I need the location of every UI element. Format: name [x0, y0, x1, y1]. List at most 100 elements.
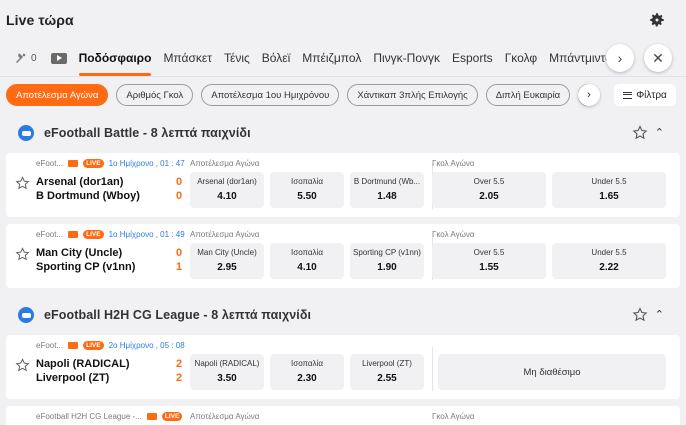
odd-label: Over 5.5	[473, 248, 505, 257]
odd-away[interactable]: B Dortmund (Wb... 1.48	[350, 172, 424, 208]
chip-handicap[interactable]: Χάντικαπ 3πλής Επιλογής	[347, 84, 478, 106]
odd-value: 4.10	[297, 262, 317, 273]
match-period: 1ο Ημίχρονο , 01 : 49	[108, 230, 185, 239]
star-icon[interactable]	[15, 358, 30, 373]
match-meta: eFoot... LIVE 1ο Ημίχρονο , 01 : 47	[36, 159, 185, 168]
star-icon[interactable]	[632, 307, 648, 323]
odd-value: 3.50	[217, 373, 237, 384]
market-label: Γκολ Αγώνα	[432, 159, 475, 168]
tv-icon	[68, 231, 79, 238]
match-card[interactable]: eFoot... LIVE 1ο Ημίχρονο , 01 : 47 Arse…	[6, 153, 680, 217]
odd-label: Ισοπαλία	[291, 359, 323, 368]
competition-short: eFoot...	[36, 230, 64, 239]
away-team: Sporting CP (v1nn)	[36, 261, 136, 273]
match-card[interactable]: eFoot... LIVE 1ο Ημίχρονο , 01 : 49 Man …	[6, 224, 680, 288]
collapse-icon[interactable]: ✕	[644, 44, 672, 72]
favorites-tab[interactable]: 0	[14, 52, 37, 64]
chip-goal-count[interactable]: Αριθμός Γκολ	[116, 84, 194, 106]
tab-tennis[interactable]: Τένις	[224, 40, 250, 76]
home-score: 0	[176, 176, 183, 188]
home-score: 2	[176, 358, 183, 370]
live-badge: LIVE	[83, 159, 104, 168]
tab-football[interactable]: Ποδόσφαιρο	[78, 40, 151, 76]
odd-away[interactable]: Liverpool (ZT) 2.55	[350, 354, 424, 390]
match-card[interactable]: eFootball H2H CG League -... LIVE Αποτέλ…	[6, 406, 680, 425]
video-icon[interactable]	[50, 52, 67, 64]
pin-icon	[16, 53, 26, 63]
odd-over[interactable]: Over 5.5 1.55	[432, 243, 546, 279]
odd-draw[interactable]: Ισοπαλία 2.30	[270, 354, 344, 390]
odd-over[interactable]: Over 5.5 2.05	[432, 172, 546, 208]
chevron-up-icon[interactable]: ⌃	[655, 308, 664, 321]
market-filters: Αποτέλεσμα Αγώνα Αριθμός Γκολ Αποτέλεσμα…	[0, 77, 686, 113]
star-icon[interactable]	[15, 247, 30, 262]
away-score: 1	[176, 261, 183, 273]
league-name: eFootball H2H CG League - 8 λεπτά παιχνί…	[44, 308, 312, 322]
odd-away[interactable]: Sporting CP (v1nn) 1.90	[350, 243, 424, 279]
league-name: eFootball Battle - 8 λεπτά παιχνίδι	[44, 126, 251, 140]
tab-baseball[interactable]: Μπέιζμπολ	[302, 40, 361, 76]
page-title: Live τώρα	[6, 12, 74, 28]
top-bar: Live τώρα	[0, 0, 686, 40]
odd-value: 1.65	[599, 191, 619, 202]
tv-icon	[146, 413, 157, 420]
odd-value: 5.50	[297, 191, 317, 202]
chip-first-half-result[interactable]: Αποτέλεσμα 1ου Ημιχρόνου	[201, 84, 340, 106]
live-badge: LIVE	[161, 412, 183, 421]
away-team: B Dortmund (Wboy)	[36, 190, 140, 202]
odd-value: 1.55	[479, 262, 499, 273]
gear-icon[interactable]	[648, 11, 666, 29]
odd-label: Napoli (RADICAL)	[194, 359, 260, 368]
odd-value: 1.90	[377, 262, 397, 273]
chevron-right-icon[interactable]: ›	[606, 44, 634, 72]
league-header[interactable]: eFootball H2H CG League - 8 λεπτά παιχνί…	[0, 295, 686, 335]
odd-value: 2.55	[377, 373, 397, 384]
odd-label: Liverpool (ZT)	[362, 359, 412, 368]
filter-button[interactable]: Φίλτρα	[614, 84, 676, 106]
odd-under[interactable]: Under 5.5 2.22	[552, 243, 666, 279]
match-period: 2ο Ημίχρονο , 05 : 08	[108, 341, 185, 350]
away-score: 2	[176, 372, 183, 384]
chip-double-chance[interactable]: Διπλή Ευκαιρία	[485, 84, 571, 106]
gamepad-icon	[18, 307, 34, 323]
away-team: Liverpool (ZT)	[36, 372, 110, 384]
odd-home[interactable]: Arsenal (dor1an) 4.10	[190, 172, 264, 208]
match-period: 1ο Ημίχρονο , 01 : 47	[108, 159, 185, 168]
home-score: 0	[176, 247, 183, 259]
tv-icon	[68, 342, 79, 349]
live-badge: LIVE	[83, 230, 104, 239]
odd-draw[interactable]: Ισοπαλία 5.50	[270, 172, 344, 208]
competition-short: eFoot...	[36, 341, 64, 350]
odd-value: 2.95	[217, 262, 237, 273]
odd-under[interactable]: Under 5.5 1.65	[552, 172, 666, 208]
market-label: Αποτέλεσμα Αγώνα	[190, 159, 260, 168]
tab-esports[interactable]: Esports	[452, 40, 493, 76]
tab-volleyball[interactable]: Βόλεϊ	[262, 40, 290, 76]
home-team: Man City (Uncle)	[36, 247, 123, 259]
odd-label: Arsenal (dor1an)	[197, 177, 257, 186]
odd-label: Sporting CP (v1nn)	[353, 248, 421, 257]
tab-golf[interactable]: Γκολφ	[505, 40, 537, 76]
star-icon[interactable]	[632, 125, 648, 141]
league-header[interactable]: eFootball Battle - 8 λεπτά παιχνίδι ⌃	[0, 113, 686, 153]
odd-value: 4.10	[217, 191, 237, 202]
chevron-up-icon[interactable]: ⌃	[655, 126, 664, 139]
match-meta: eFoot... LIVE 2ο Ημίχρονο , 05 : 08	[36, 341, 185, 350]
match-card[interactable]: eFoot... LIVE 2ο Ημίχρονο , 05 : 08 Napo…	[6, 335, 680, 399]
market-label: Αποτέλεσμα Αγώνα	[190, 230, 260, 239]
odd-draw[interactable]: Ισοπαλία 4.10	[270, 243, 344, 279]
filter-icon	[623, 91, 633, 99]
chip-match-result[interactable]: Αποτέλεσμα Αγώνα	[6, 84, 109, 106]
tab-basketball[interactable]: Μπάσκετ	[163, 40, 212, 76]
market-label: Αποτέλεσμα Αγώνα	[190, 412, 260, 421]
odd-home[interactable]: Man City (Uncle) 2.95	[190, 243, 264, 279]
odd-value: 2.05	[479, 191, 499, 202]
odd-home[interactable]: Napoli (RADICAL) 3.50	[190, 354, 264, 390]
chevron-right-icon[interactable]: ›	[578, 84, 600, 106]
tab-table-tennis[interactable]: Πινγκ-Πονγκ	[373, 40, 440, 76]
star-icon[interactable]	[15, 176, 30, 191]
competition-short: eFoot...	[36, 159, 64, 168]
market-unavailable: Μη διαθέσιμο	[438, 354, 666, 390]
odd-value: 2.22	[599, 262, 619, 273]
favorites-count: 0	[31, 52, 37, 64]
